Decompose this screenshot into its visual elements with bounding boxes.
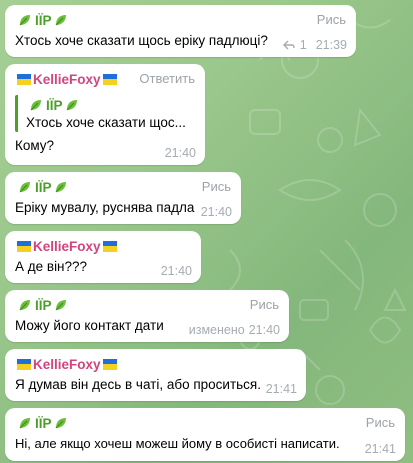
message-author[interactable]: KellieFoxy xyxy=(15,357,119,372)
message-author[interactable]: ІЇР xyxy=(15,180,71,195)
message-time: 21:40 xyxy=(164,146,196,160)
message-time: 21:41 xyxy=(265,382,297,396)
message-time: 21:39 xyxy=(315,38,347,52)
member-role-label: Рись xyxy=(201,179,231,194)
ukraine-flag-icon xyxy=(17,240,31,252)
quote-author: ІЇР xyxy=(46,97,63,113)
member-role-label: Рись xyxy=(316,12,346,27)
author-name: ІЇР xyxy=(35,415,52,431)
message-bubble[interactable]: ІЇР Рись Хтось хоче сказати щось еріку п… xyxy=(5,5,356,57)
author-name: ІЇР xyxy=(35,297,52,313)
ukraine-flag-icon xyxy=(102,358,117,370)
message-author[interactable]: ІЇР xyxy=(15,416,71,431)
message-time: 21:40 xyxy=(248,323,280,337)
message-text: Еріку мувалу, руснява падла xyxy=(15,200,195,215)
leaf-emoji-icon xyxy=(30,100,41,111)
message-bubble[interactable]: ІЇР Рись Еріку мувалу, руснява падла 21:… xyxy=(5,172,241,224)
quoted-message[interactable]: ІЇР Хтось хоче сказати щос... xyxy=(15,95,196,132)
member-role-label: Рись xyxy=(249,297,279,312)
author-name: ІЇР xyxy=(35,179,52,195)
message-bubble[interactable]: KellieFoxy Ответить ІЇР Хтось хоче сказа… xyxy=(5,64,205,165)
message-time: 21:40 xyxy=(200,205,232,219)
leaf-emoji-icon xyxy=(56,182,67,193)
ukraine-flag-icon xyxy=(17,358,31,370)
message-author[interactable]: ІЇР xyxy=(15,298,71,313)
author-name: KellieFoxy xyxy=(33,71,101,87)
message-bubble[interactable]: KellieFoxy Я думав він десь в чаті, або … xyxy=(5,349,306,401)
message-time: 21:40 xyxy=(160,264,192,278)
ukraine-flag-icon xyxy=(102,240,117,252)
message-author[interactable]: KellieFoxy xyxy=(15,239,119,254)
leaf-emoji-icon xyxy=(56,300,67,311)
reply-action-label[interactable]: Ответить xyxy=(139,71,195,86)
leaf-emoji-icon xyxy=(19,15,30,26)
quote-text: Хтось хоче сказати щос... xyxy=(26,115,186,130)
leaf-emoji-icon xyxy=(19,300,30,311)
author-name: ІЇР xyxy=(35,12,52,28)
author-name: KellieFoxy xyxy=(33,238,101,254)
message-text: Я думав він десь в чаті, або проситься. xyxy=(15,377,261,392)
ukraine-flag-icon xyxy=(102,73,117,85)
reply-arrow-icon xyxy=(282,40,295,50)
message-time: 21:41 xyxy=(364,442,396,456)
reply-count-value: 1 xyxy=(299,38,307,52)
message-author[interactable]: ІЇР xyxy=(15,13,71,28)
leaf-emoji-icon xyxy=(19,182,30,193)
leaf-emoji-icon xyxy=(19,418,30,429)
member-role-label: Рись xyxy=(365,415,395,430)
message-bubble[interactable]: ІЇР Рись Можу його контакт дати изменено… xyxy=(5,290,289,342)
message-text: Ні, але якщо хочеш можеш йому в особисті… xyxy=(15,436,340,451)
author-name: KellieFoxy xyxy=(33,356,101,372)
ukraine-flag-icon xyxy=(17,73,31,85)
message-bubble[interactable]: ІЇР Рись Ні, але якщо хочеш можеш йому в… xyxy=(5,408,405,461)
leaf-emoji-icon xyxy=(67,100,78,111)
leaf-emoji-icon xyxy=(56,418,67,429)
message-bubble[interactable]: KellieFoxy А де він??? 21:40 xyxy=(5,231,201,283)
reply-count[interactable]: 1 xyxy=(282,38,307,52)
leaf-emoji-icon xyxy=(56,15,67,26)
edited-label: изменено xyxy=(188,323,245,337)
message-author[interactable]: KellieFoxy xyxy=(15,72,119,87)
